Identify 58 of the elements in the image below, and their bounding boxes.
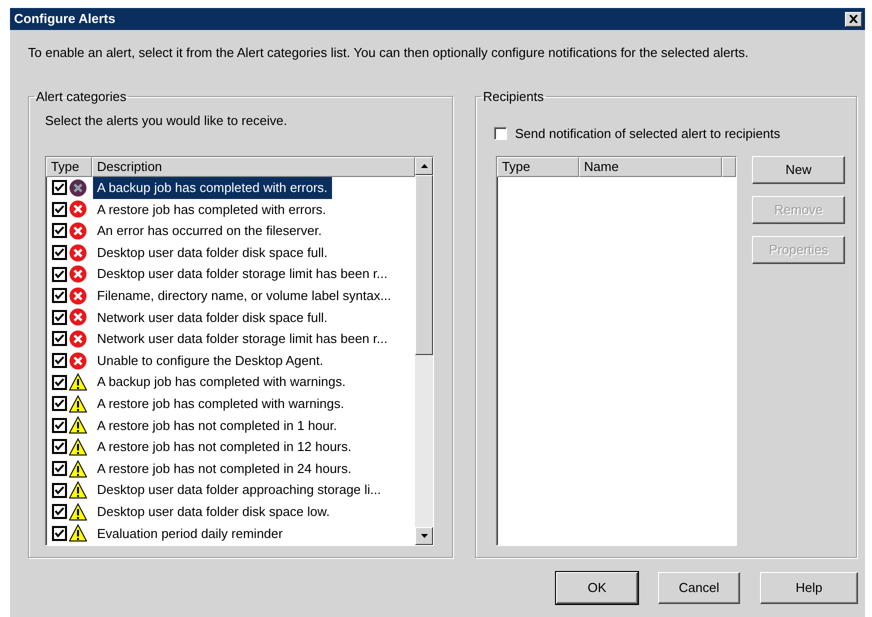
dialog-button[interactable]: Cancel bbox=[658, 572, 740, 604]
caret-down-icon[interactable] bbox=[420, 534, 428, 538]
checkbox[interactable] bbox=[52, 331, 67, 346]
column-header[interactable]: Type bbox=[497, 157, 579, 177]
alert-description[interactable]: A restore job has not completed in 12 hours. bbox=[93, 436, 356, 458]
instruction-text: To enable an alert, select it from the Alert categories list. You can then optionally configure notifications for the selected alerts. bbox=[27, 44, 750, 62]
group-label: Recipients bbox=[482, 90, 545, 103]
alert-description[interactable]: Desktop user data folder approaching storage li... bbox=[93, 479, 386, 501]
alert-description[interactable]: Network user data folder storage limit has been r... bbox=[93, 328, 392, 350]
window-title: Configure Alerts bbox=[14, 10, 116, 28]
alert-description[interactable]: Desktop user data folder disk space low. bbox=[93, 500, 334, 522]
alert-description[interactable]: A restore job has completed with errors. bbox=[93, 198, 330, 220]
scroll-up-button[interactable] bbox=[415, 157, 433, 175]
checkbox-label: Send notification of selected alert to recipients bbox=[515, 124, 780, 143]
checkbox[interactable] bbox=[52, 504, 67, 520]
instruction-text: Select the alerts you would like to receive. bbox=[44, 112, 288, 130]
close-button[interactable] bbox=[845, 12, 862, 26]
checkbox[interactable] bbox=[52, 310, 67, 325]
alert-description[interactable]: A restore job has not completed in 24 hours. bbox=[93, 458, 356, 480]
dialog-button[interactable]: OK bbox=[556, 572, 638, 604]
checkbox[interactable] bbox=[52, 482, 67, 498]
alert-description[interactable]: An error has occurred on the fileserver. bbox=[93, 220, 326, 242]
alert-description[interactable]: A restore job has completed with warnings. bbox=[93, 392, 348, 414]
column-header[interactable]: Type bbox=[46, 157, 92, 177]
action-button[interactable]: New bbox=[752, 156, 845, 184]
alert-description[interactable]: A backup job has completed with warnings. bbox=[93, 371, 350, 393]
checkbox[interactable] bbox=[52, 245, 67, 260]
alert-description[interactable]: Unable to configure the Desktop Agent. bbox=[93, 350, 328, 372]
column-header[interactable]: Name bbox=[579, 157, 722, 177]
checkbox[interactable] bbox=[52, 439, 67, 454]
checkbox[interactable] bbox=[52, 202, 67, 217]
alert-description[interactable]: A restore job has not completed in 1 hour. bbox=[93, 414, 341, 436]
checkbox[interactable] bbox=[494, 127, 507, 140]
checkbox[interactable] bbox=[52, 288, 67, 304]
scrollbar[interactable] bbox=[415, 157, 433, 545]
alert-description[interactable]: Evaluation period daily reminder bbox=[93, 522, 287, 544]
column-header[interactable]: Description bbox=[92, 157, 415, 177]
alert-description[interactable]: Desktop user data folder storage limit has been r... bbox=[93, 263, 392, 285]
alert-description[interactable]: A backup job has completed with errors. bbox=[93, 177, 332, 199]
checkbox[interactable] bbox=[52, 461, 67, 476]
alert-description[interactable]: Desktop user data folder disk space full. bbox=[93, 242, 332, 264]
group-label: Alert categories bbox=[35, 90, 128, 103]
checkbox[interactable] bbox=[52, 180, 67, 196]
dialog-button[interactable]: Help bbox=[760, 572, 858, 604]
checkbox[interactable] bbox=[52, 526, 67, 541]
scrollbar-thumb[interactable] bbox=[415, 175, 433, 355]
caret-up-icon[interactable] bbox=[420, 164, 428, 168]
checkbox[interactable] bbox=[52, 418, 67, 433]
close-icon[interactable] bbox=[849, 15, 858, 23]
checkbox[interactable] bbox=[52, 223, 67, 238]
scroll-down-button[interactable] bbox=[415, 527, 433, 545]
alert-description[interactable]: Filename, directory name, or volume label syntax... bbox=[93, 285, 396, 307]
alert-description[interactable]: Network user data folder disk space full. bbox=[93, 306, 332, 328]
column-header[interactable] bbox=[722, 157, 736, 177]
checkbox[interactable] bbox=[52, 396, 67, 412]
checkbox[interactable] bbox=[52, 353, 67, 368]
checkbox[interactable] bbox=[52, 374, 67, 390]
checkbox[interactable] bbox=[52, 266, 67, 282]
